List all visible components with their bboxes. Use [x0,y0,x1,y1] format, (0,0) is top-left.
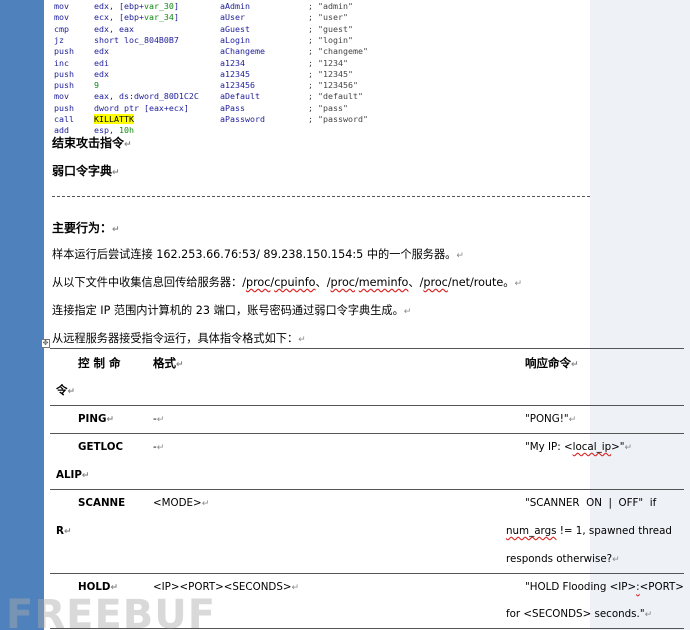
asm-string-value: ; "changeme" [308,46,368,57]
asm-string-ref: aUser [220,12,245,23]
asm-string-ref: a123456 [220,80,255,91]
asm-string-value: ; "123456" [308,80,358,91]
asm-string-ref: aPassword [220,114,265,124]
asm-mnemonic: call [54,114,74,124]
asm-string-ref: aChangeme [220,46,265,57]
table-row-divider [50,489,684,490]
asm-mnemonic: push [54,46,74,57]
asm-mnemonic: mov [54,91,69,102]
asm-highlight: KILLATTK [94,114,134,124]
table-header-command: 控 制 命 [78,356,121,370]
asm-string-value: ; "login" [308,34,353,45]
asm-string-ref: aAdmin [220,1,250,11]
asm-string-value: ; "user" [308,12,348,23]
asm-mnemonic: inc [54,57,69,68]
table-row-response-line: num_args != 1, spawned thread [506,525,672,537]
asm-operand: 9 [94,80,99,91]
asm-string-value: ; "1234" [308,57,348,68]
asm-string-ref: aPass [220,102,245,113]
asm-operand: dword ptr [eax+ecx] [94,102,189,113]
table-row-format: -↵ [153,413,165,425]
table-move-handle[interactable]: ✥ [41,339,50,348]
section-title-main-behavior: 主要行为：↵ [52,221,120,235]
asm-string-value: ; "admin" [308,1,353,11]
table-header-format: 格式↵ [153,356,184,370]
table-row-response: "HOLD Flooding <IP>:<PORT> [525,581,684,593]
asm-mnemonic: jz [54,34,64,45]
asm-mnemonic: mov [54,12,69,23]
asm-string-ref: aGuest [220,23,250,34]
asm-string-ref: a1234 [220,57,245,68]
asm-operand: edx, eax [94,23,134,34]
table-row-command: SCANNE [78,497,126,509]
left-margin-bar [0,0,44,630]
asm-mnemonic: push [54,80,74,91]
asm-mnemonic: push [54,102,74,113]
table-row-format: <MODE>↵ [153,497,210,509]
asm-string-ref: aDefault [220,91,260,102]
paragraph-remote-commands: 从远程服务器接受指令运行，具体指令格式如下：↵ [52,332,306,345]
asm-string-value: ; "password" [308,114,368,124]
asm-string-value: ; "pass" [308,102,348,113]
caption-end-attack: 结束攻击指令↵ [52,136,132,150]
asm-string-value: ; "default" [308,91,363,102]
disassembly-screenshot: mov edx, [ebp+var_30] aAdmin ; "admin" mov ec… [54,0,384,135]
asm-string-ref: a12345 [220,68,250,79]
table-header-command-wrap: 令↵ [56,383,76,397]
table-border-top [50,348,684,349]
asm-operand: short loc_804B0B7 [94,34,179,45]
asm-string-value: ; "guest" [308,23,353,34]
table-row-response-line: for <SECONDS> seconds."↵ [506,608,653,620]
caption-weak-password-dictionary: 弱口令字典↵ [52,164,120,178]
table-row-response: "My IP: <local_ip>"↵ [525,441,633,453]
asm-operand: edi [94,57,109,68]
asm-string-value: ; "12345" [308,68,353,79]
asm-operand: eax, ds:dword_80D1C2C [94,91,199,102]
asm-operand: edx [94,46,109,57]
paragraph-collect-files: 从以下文件中收集信息回传给服务器：/proc/cpuinfo、/proc/mem… [52,276,523,289]
table-header-response: 响应命令↵ [525,356,579,370]
table-row-command: GETLOC [78,441,124,453]
asm-operand: KILLATTK [94,114,134,125]
table-row-response: "PONG!"↵ [525,413,577,425]
asm-operand: edx, [ebp+var_30] [94,1,179,11]
table-row-divider [50,433,684,434]
table-row-divider [50,405,684,406]
asm-mnemonic: cmp [54,23,69,34]
asm-operand: ecx, [ebp+var_34] [94,12,179,23]
asm-operand: edx [94,68,109,79]
table-row-response: "SCANNER ON | OFF" if [525,497,657,509]
table-row-divider [50,573,684,574]
table-row-command: PING↵ [78,413,114,425]
asm-mnemonic: push [54,68,74,79]
paragraph-scan-port: 连接指定 IP 范围内计算机的 23 端口，账号密码通过弱口令字典生成。↵ [52,304,412,317]
asm-mnemonic: mov [54,1,69,11]
table-row-response-line: responds otherwise?↵ [506,553,620,565]
table-row-command-wrap: R↵ [56,525,72,537]
dashed-separator [52,196,590,197]
freebuf-watermark: FREEBUF [6,592,217,630]
table-row-command-wrap: ALIP↵ [56,469,90,481]
paragraph-connect-server: 样本运行后尝试连接 162.253.66.76:53/ 89.238.150.1… [52,248,464,261]
table-row-format: -↵ [153,441,165,453]
asm-string-ref: aLogin [220,34,250,45]
